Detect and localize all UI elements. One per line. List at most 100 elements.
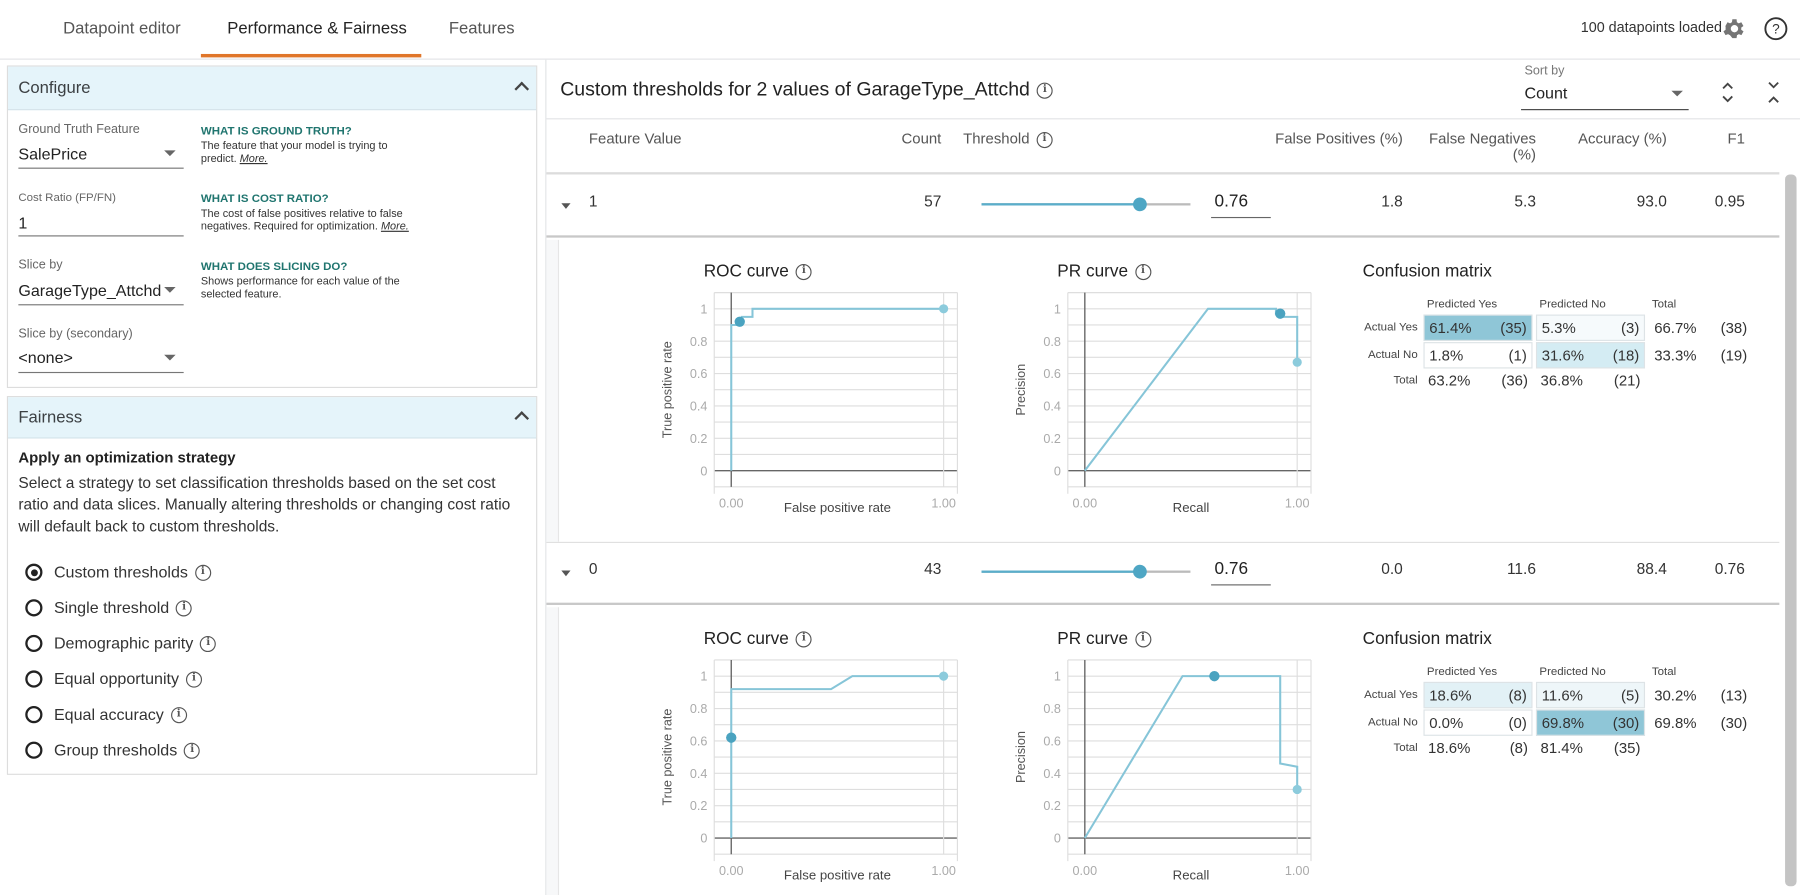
col-false-negatives: False Negatives (%) xyxy=(1401,130,1536,163)
threshold-slider[interactable] xyxy=(981,197,1191,212)
cm-row-total-count: (38) xyxy=(1720,319,1748,337)
slider-fill xyxy=(981,203,1141,206)
false-negatives-value: 11.6 xyxy=(1506,560,1536,578)
y-tick-label: 0.8 xyxy=(1043,335,1061,349)
slice-by-select[interactable]: GarageType_Attchd xyxy=(18,281,161,299)
y-tick-label: 1 xyxy=(1054,670,1061,684)
cm-cell: 1.8% (1) xyxy=(1423,342,1533,369)
cost-ratio-input[interactable]: 1 xyxy=(18,214,27,232)
y-axis-label: True positive rate xyxy=(661,709,675,806)
feature-value: 0 xyxy=(588,560,598,578)
cost-ratio-label: Cost Ratio (FP/FN) xyxy=(18,191,116,205)
y-tick-label: 0.2 xyxy=(690,432,708,446)
cost-ratio-more-link[interactable]: More. xyxy=(381,220,409,233)
sort-by-select[interactable]: Count xyxy=(1524,84,1567,102)
tabs-divider xyxy=(0,58,1800,60)
col-count[interactable]: Count xyxy=(872,130,941,147)
cm-cell: 31.6% (18) xyxy=(1535,342,1646,369)
col-false-negatives-line2[interactable]: (%) xyxy=(1401,146,1536,163)
x-axis-label: Recall xyxy=(1173,867,1210,882)
cm-cell-count: (0) xyxy=(1508,714,1527,732)
active-tab-indicator xyxy=(200,53,422,58)
col-false-positives[interactable]: False Positives (%) xyxy=(1240,130,1403,147)
scrollbar[interactable] xyxy=(1785,174,1797,887)
cm-row-label: Actual Yes xyxy=(1364,321,1418,335)
cm-row-total-count: (13) xyxy=(1720,686,1748,704)
expand-caret-icon[interactable] xyxy=(561,570,571,577)
radio-button[interactable] xyxy=(25,563,43,581)
chevron-up-icon[interactable] xyxy=(514,411,530,426)
chevron-up-icon[interactable] xyxy=(514,81,530,97)
tab-features[interactable]: Features xyxy=(449,20,515,38)
ground-truth-select[interactable]: SalePrice xyxy=(18,145,87,163)
info-icon[interactable]: i xyxy=(185,671,203,688)
radio-button[interactable] xyxy=(25,741,43,759)
col-threshold-label[interactable]: Threshold xyxy=(963,130,1029,147)
ground-truth-more-link[interactable]: More. xyxy=(240,153,268,166)
info-icon[interactable]: i xyxy=(1036,131,1053,148)
tab-performance-fairness[interactable]: Performance & Fairness xyxy=(227,20,406,38)
cm-col-total-percent: 18.6% xyxy=(1428,739,1471,757)
svg-text:?: ? xyxy=(1772,21,1780,36)
collapse-all-icon[interactable] xyxy=(1766,79,1782,107)
gear-icon[interactable] xyxy=(1721,16,1746,41)
cm-row-total-count: (19) xyxy=(1720,346,1748,364)
radio-button[interactable] xyxy=(25,705,43,724)
radio-button[interactable] xyxy=(25,599,43,617)
info-icon[interactable]: i xyxy=(1134,631,1152,648)
strategy-label-text: Single threshold xyxy=(53,598,170,617)
info-icon[interactable]: i xyxy=(795,631,812,648)
threshold-point xyxy=(726,732,737,743)
slice-secondary-select[interactable]: <none> xyxy=(18,348,73,366)
sort-direction-icon[interactable] xyxy=(1720,79,1736,107)
info-icon[interactable]: i xyxy=(184,743,201,760)
cm-col-total-percent: 36.8% xyxy=(1540,371,1583,390)
expand-caret-icon[interactable] xyxy=(561,203,571,209)
strategy-option-label: Single threshold i xyxy=(53,598,193,617)
info-icon[interactable]: i xyxy=(795,264,812,281)
col-false-negatives-line1[interactable]: False Negatives xyxy=(1401,130,1536,147)
roc-title-text: ROC curve xyxy=(703,629,789,649)
strategy-option-label: Equal accuracy i xyxy=(54,705,187,724)
info-icon[interactable]: i xyxy=(176,600,193,617)
slicing-help-title: WHAT DOES SLICING DO? xyxy=(200,260,348,274)
configure-header[interactable]: Configure xyxy=(8,66,537,111)
cost-ratio-underline xyxy=(18,235,184,237)
cm-column-header: Predicted No xyxy=(1539,298,1606,312)
radio-button[interactable] xyxy=(25,634,43,653)
fairness-header[interactable]: Fairness xyxy=(8,397,537,439)
threshold-slider[interactable] xyxy=(981,564,1191,579)
pr-title: PR curve i xyxy=(1057,262,1152,281)
col-accuracy[interactable]: Accuracy (%) xyxy=(1538,130,1667,147)
ground-truth-underline xyxy=(18,167,184,169)
pr-chart: 0 0.2 0.4 0.6 0.8 1 0.00 1.00 Recall Precision xyxy=(1014,292,1312,515)
cm-cell-percent: 18.6% xyxy=(1429,686,1472,704)
radio-button[interactable] xyxy=(25,670,43,688)
feature-value: 1 xyxy=(588,192,598,211)
slice-secondary-underline xyxy=(18,371,184,374)
roc-title: ROC curve i xyxy=(704,262,812,281)
info-icon[interactable]: i xyxy=(1134,264,1152,281)
y-tick-label: 0.2 xyxy=(1043,432,1061,446)
strategy-option-label: Equal opportunity i xyxy=(54,669,203,688)
dropdown-arrow-icon xyxy=(164,286,176,293)
y-tick-label: 0 xyxy=(1054,464,1061,478)
y-tick-label: 0.6 xyxy=(1043,734,1061,748)
y-tick-label: 0.6 xyxy=(1043,367,1061,381)
y-axis-label: Precision xyxy=(1014,364,1028,416)
info-icon[interactable]: i xyxy=(1036,82,1053,99)
help-circle-icon[interactable]: ? xyxy=(1763,16,1788,41)
info-icon[interactable]: i xyxy=(194,565,211,582)
cm-cell-count: (30) xyxy=(1612,714,1640,732)
cm-cell: 69.8% (30) xyxy=(1535,709,1646,736)
info-icon[interactable]: i xyxy=(200,636,217,653)
col-f1[interactable]: F1 xyxy=(1699,130,1744,147)
col-feature-value[interactable]: Feature Value xyxy=(589,130,682,147)
info-icon[interactable]: i xyxy=(170,707,187,724)
cm-cell-count: (35) xyxy=(1500,319,1527,337)
tab-datapoint-editor[interactable]: Datapoint editor xyxy=(63,20,181,38)
cm-col-total-percent: 63.2% xyxy=(1428,371,1471,390)
strategy-label-text: Custom thresholds xyxy=(53,562,188,581)
cm-cell-count: (18) xyxy=(1612,346,1640,364)
x-axis-label: False positive rate xyxy=(784,867,891,882)
